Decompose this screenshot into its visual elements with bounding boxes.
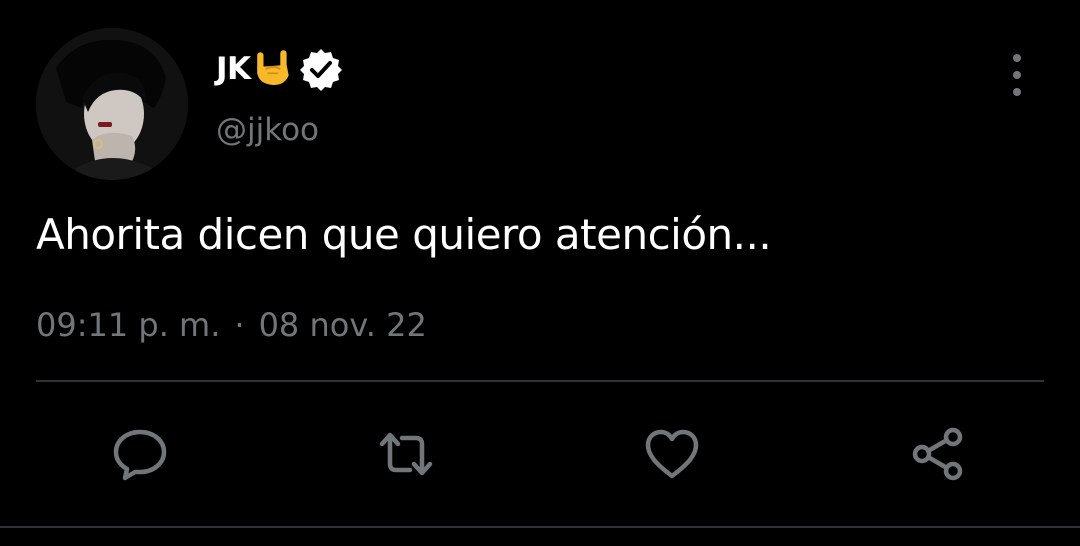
like-icon — [645, 429, 699, 479]
tweet-date: 08 nov. 22 — [258, 306, 427, 344]
reply-button[interactable] — [108, 422, 172, 486]
retweet-icon — [379, 432, 433, 476]
share-icon — [912, 427, 963, 481]
like-button[interactable] — [640, 422, 704, 486]
meta-separator: · — [234, 306, 245, 344]
tweet-text: Ahorita dicen que quiero atención... — [36, 210, 772, 259]
more-options-icon[interactable] — [1000, 54, 1034, 96]
verified-badge-icon — [299, 49, 342, 91]
author-name[interactable]: JK — [216, 51, 251, 87]
author-name-row[interactable]: JK — [216, 46, 343, 92]
bottom-divider — [0, 526, 1080, 528]
avatar-image — [36, 28, 188, 180]
author-handle[interactable]: @jjkoo — [216, 112, 319, 148]
tweet-timestamp[interactable]: 09:11 p. m. · 08 nov. 22 — [36, 306, 427, 344]
retweet-button[interactable] — [374, 422, 438, 486]
avatar[interactable] — [36, 28, 188, 180]
reply-icon — [113, 429, 167, 481]
rock-on-hand-icon — [256, 50, 289, 85]
share-button[interactable] — [906, 422, 970, 486]
tweet-time: 09:11 p. m. — [36, 306, 221, 344]
divider — [36, 380, 1044, 382]
